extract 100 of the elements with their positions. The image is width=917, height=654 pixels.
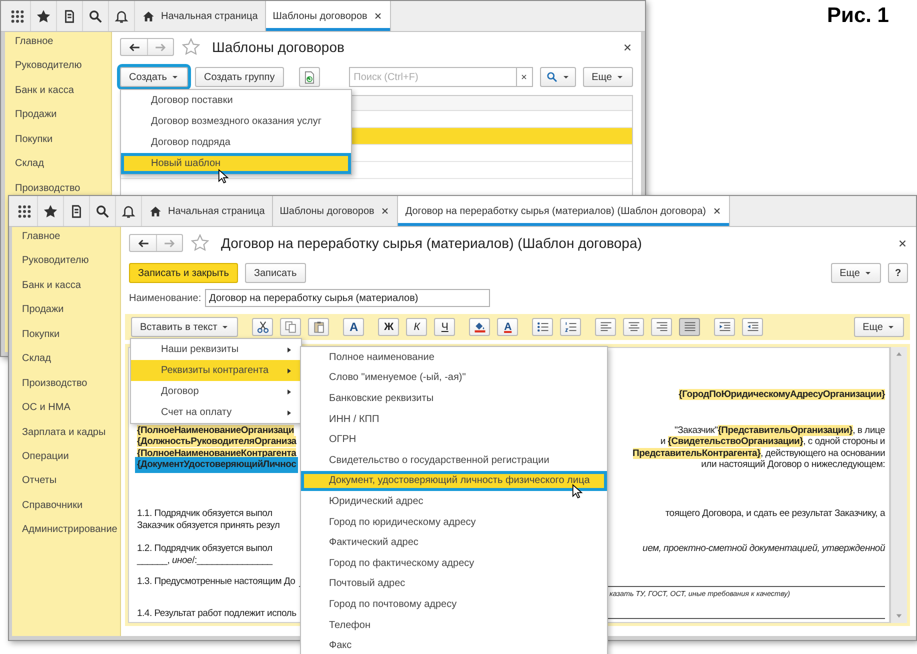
save-button[interactable]: Записать: [244, 263, 306, 283]
menu-item[interactable]: Телефон: [301, 614, 607, 636]
sidebar-item[interactable]: Администрирование: [22, 523, 118, 538]
star-icon[interactable]: [43, 204, 58, 218]
menu-item[interactable]: Счет на оплату: [131, 402, 301, 423]
sidebar-item[interactable]: Склад: [22, 352, 51, 366]
sidebar-item[interactable]: Руководителю: [22, 254, 89, 268]
sidebar-item[interactable]: Руководителю: [15, 59, 82, 74]
search-icon[interactable]: [88, 8, 103, 24]
sidebar-item[interactable]: Банк и касса: [22, 278, 81, 293]
name-field[interactable]: Договор на переработку сырья (материалов): [205, 289, 490, 307]
menu-item[interactable]: Новый шаблон: [121, 153, 351, 174]
menu-item[interactable]: Банковские реквизиты: [301, 388, 607, 409]
menu-item[interactable]: Слово "именуемое (-ый, -ая)": [301, 368, 607, 388]
menu-item[interactable]: ОГРН: [301, 429, 607, 450]
align-left-button[interactable]: [595, 318, 616, 336]
numbering-button[interactable]: [560, 318, 582, 336]
sidebar-item[interactable]: Справочники: [22, 498, 83, 513]
sidebar-item[interactable]: Продажи: [22, 303, 64, 318]
menu-item[interactable]: Документ, удостоверяющий личность физического лица: [301, 470, 607, 492]
apps-grid-icon[interactable]: [10, 8, 25, 24]
caret-icon: [887, 323, 895, 331]
sidebar-item[interactable]: Покупки: [22, 328, 60, 342]
create-group-button[interactable]: Создать группу: [195, 67, 284, 87]
copy-button[interactable]: [280, 318, 302, 336]
search-icon[interactable]: [95, 204, 110, 218]
sidebar-item[interactable]: Главное: [22, 230, 60, 244]
font-button[interactable]: A: [343, 318, 364, 336]
sidebar-item[interactable]: Производство: [15, 182, 80, 196]
menu-item[interactable]: Договор: [131, 381, 301, 402]
indent-button[interactable]: [714, 318, 736, 336]
menu-item[interactable]: Юридический адрес: [301, 491, 607, 512]
outdent-button[interactable]: [742, 318, 764, 336]
caret-icon: [864, 269, 872, 277]
italic-button[interactable]: К: [406, 318, 428, 336]
bell-icon[interactable]: [121, 204, 136, 218]
sidebar-item[interactable]: Покупки: [15, 132, 53, 147]
sidebar-item[interactable]: Склад: [15, 157, 44, 172]
more-button[interactable]: Еще: [854, 317, 904, 337]
document-text: {ДолжностьРуководителяОрганиза: [137, 436, 296, 448]
tab[interactable]: Начальная страница: [142, 196, 273, 226]
pages-icon[interactable]: [69, 204, 84, 218]
create-button[interactable]: Создать: [120, 67, 188, 87]
sidebar-item[interactable]: Продажи: [15, 108, 57, 122]
cut-button[interactable]: [252, 318, 274, 336]
bullets-button[interactable]: [532, 318, 554, 336]
justify-button[interactable]: [679, 318, 700, 336]
star-icon[interactable]: [191, 234, 209, 252]
save-close-button[interactable]: Записать и закрыть: [129, 263, 238, 283]
menu-item[interactable]: Город по почтовому адресу: [301, 594, 607, 615]
close-icon[interactable]: [622, 42, 633, 52]
star-icon[interactable]: [182, 38, 200, 56]
search-field[interactable]: Поиск (Ctrl+F): [348, 67, 517, 87]
menu-item[interactable]: Фактический адрес: [301, 532, 607, 553]
document-text: {ПолноеНаименованиеОрганизаци: [137, 424, 294, 436]
align-right-button[interactable]: [651, 318, 672, 336]
font-color-button[interactable]: A: [497, 318, 518, 336]
underline-button[interactable]: Ч: [434, 318, 456, 336]
menu-item[interactable]: Город по юридическому адресу: [301, 512, 607, 532]
menu-item[interactable]: Реквизиты контрагента: [131, 360, 301, 381]
apps-grid-icon[interactable]: [17, 204, 32, 218]
menu-item[interactable]: Почтовый адрес: [301, 574, 607, 594]
menu-item[interactable]: ИНН / КПП: [301, 408, 607, 430]
menu-item[interactable]: Договор поставки: [121, 90, 351, 111]
star-icon[interactable]: [36, 8, 51, 24]
submenu-arrow-icon: [285, 388, 293, 396]
close-icon[interactable]: [712, 206, 722, 216]
more-button[interactable]: Еще: [582, 67, 633, 87]
align-center-button[interactable]: [623, 318, 644, 336]
tab[interactable]: Договор на переработку сырья (материалов) (Шаблон договора): [398, 196, 730, 226]
help-button[interactable]: ?: [888, 263, 908, 283]
sidebar-item[interactable]: Производство: [22, 376, 88, 391]
sidebar-item[interactable]: Операции: [22, 450, 69, 464]
bell-icon[interactable]: [114, 8, 129, 24]
document-button[interactable]: [298, 67, 320, 87]
search-button[interactable]: [540, 67, 576, 87]
sidebar-item[interactable]: Отчеты: [22, 474, 57, 488]
fill-button[interactable]: [469, 318, 490, 336]
bold-button[interactable]: Ж: [378, 318, 400, 336]
menu-item[interactable]: Наши реквизиты: [131, 339, 301, 360]
sidebar-item[interactable]: Зарплата и кадры: [22, 426, 106, 440]
close-icon[interactable]: [380, 206, 390, 216]
pages-icon[interactable]: [62, 8, 77, 24]
paste-button[interactable]: [308, 318, 330, 336]
clear-button[interactable]: [516, 67, 533, 87]
menu-item[interactable]: Договор подряда: [121, 132, 351, 153]
sidebar-item[interactable]: ОС и НМА: [22, 401, 70, 416]
menu-item[interactable]: Факс: [301, 635, 607, 654]
menu-item[interactable]: Полное наименование: [301, 347, 607, 368]
sidebar-item[interactable]: Главное: [15, 35, 54, 49]
tab[interactable]: Шаблоны договоров: [266, 1, 392, 31]
menu-item[interactable]: Договор возмездного оказания услуг: [121, 111, 351, 132]
close-icon[interactable]: [897, 238, 908, 248]
menu-item[interactable]: Город по фактическому адресу: [301, 552, 607, 574]
sidebar-item[interactable]: Банк и касса: [15, 84, 74, 98]
document-text: 1.2. Подрядчик обязуется выпол: [137, 543, 272, 554]
menu-item[interactable]: Свидетельство о государственной регистрации: [301, 450, 607, 471]
insert-text-button[interactable]: Вставить в текст: [131, 317, 238, 337]
close-icon[interactable]: [373, 11, 384, 21]
more-button[interactable]: Еще: [830, 263, 881, 283]
